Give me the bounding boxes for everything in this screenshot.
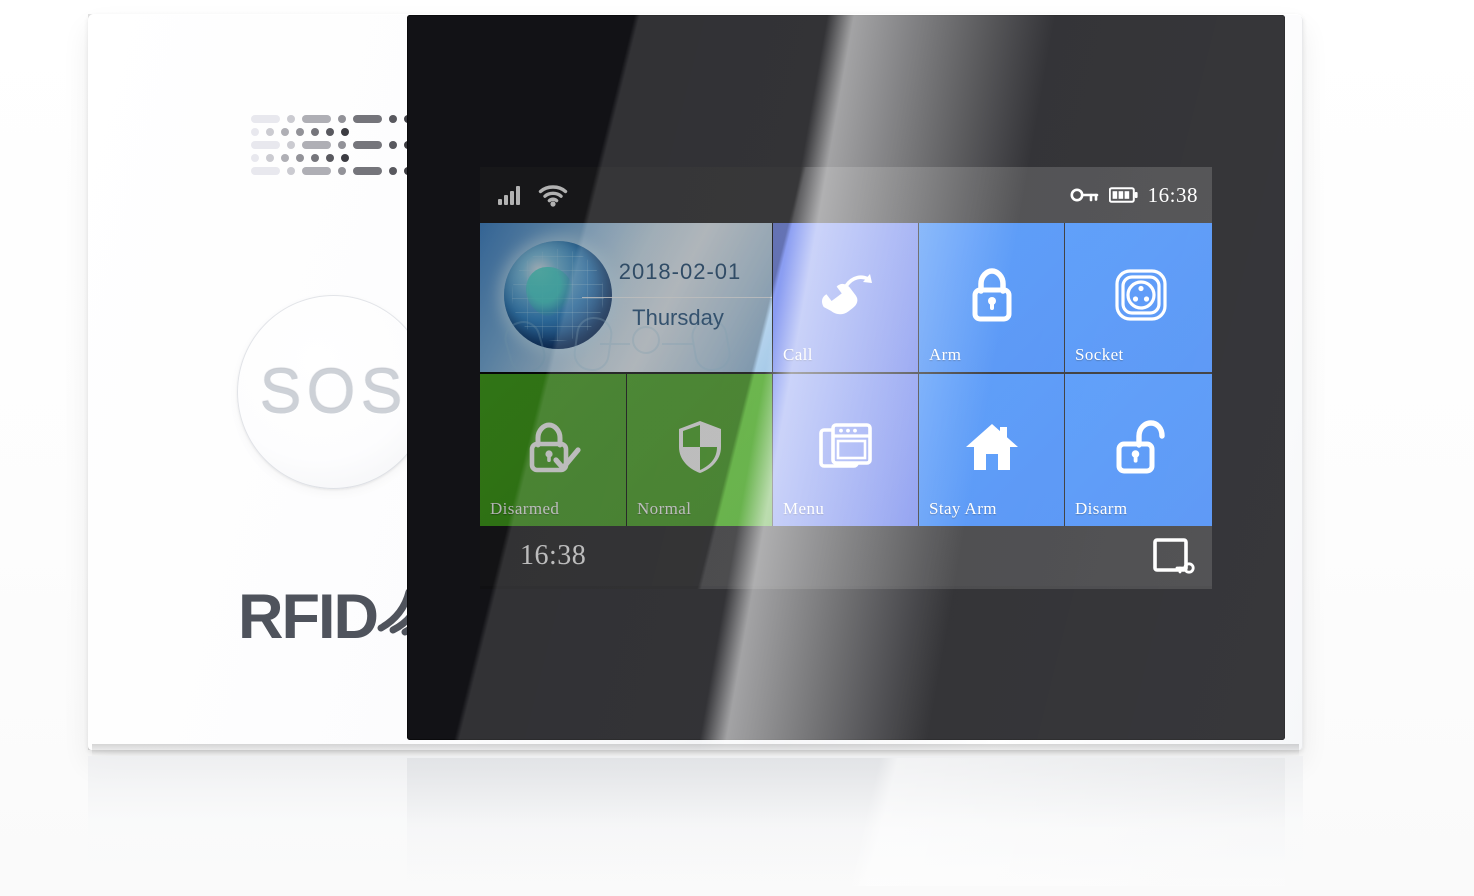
speaker-grille-dash xyxy=(266,127,274,136)
bottom-bar: 16:38 xyxy=(480,526,1212,586)
tile-stay-arm[interactable]: Stay Arm xyxy=(919,374,1064,526)
speaker-grille-dash xyxy=(266,153,274,162)
tile-call[interactable]: Call xyxy=(773,223,918,372)
status-bar: 16:38 xyxy=(480,167,1212,223)
tile-menu-label: Menu xyxy=(783,499,825,518)
wifi-icon xyxy=(538,185,568,207)
speaker-grille-dot xyxy=(251,153,259,162)
tile-arm-label: Arm xyxy=(929,345,962,364)
touch-screen[interactable]: 16:38 2018-02-01 Thursday Call Arm Socke… xyxy=(480,167,1212,589)
speaker-grille-dot xyxy=(338,140,346,149)
key-icon xyxy=(1070,188,1098,202)
speaker-grille-dash xyxy=(301,114,332,123)
tile-stay-arm-label: Stay Arm xyxy=(929,499,997,518)
lock-check-icon xyxy=(529,422,581,473)
speaker-grille-dash xyxy=(352,140,383,149)
tile-normal-label: Normal xyxy=(637,499,692,518)
speaker-grille-dash xyxy=(301,166,332,175)
speaker-grille-dot xyxy=(287,114,295,123)
datetime-widget[interactable]: 2018-02-01 Thursday xyxy=(480,223,772,372)
tile-socket[interactable]: Socket xyxy=(1065,223,1212,372)
tile-disarmed-label: Disarmed xyxy=(490,499,560,518)
signal-bars-icon xyxy=(498,186,520,205)
screen-reflection xyxy=(407,758,1285,886)
widget-divider xyxy=(582,297,772,298)
bottom-bar-time: 16:38 xyxy=(520,540,587,571)
speaker-grille-dash xyxy=(352,166,383,175)
speaker-grille-dash xyxy=(251,114,281,123)
lock-closed-icon xyxy=(972,267,1011,322)
speaker-grille-dash xyxy=(301,140,332,149)
status-bar-left xyxy=(498,183,568,207)
speaker-grille-row xyxy=(251,138,434,151)
speaker-grille-dot xyxy=(338,166,346,175)
power-socket-icon xyxy=(1114,268,1167,321)
device-floor-shadow xyxy=(92,744,1299,756)
status-bar-time: 16:38 xyxy=(1147,182,1198,207)
lock-open-icon xyxy=(1116,420,1165,474)
speaker-grille-dot xyxy=(281,153,289,162)
tile-disarmed[interactable]: Disarmed xyxy=(480,374,626,526)
speaker-grille-dash xyxy=(326,153,334,162)
speaker-grille-dot xyxy=(341,127,349,136)
tile-socket-label: Socket xyxy=(1075,345,1124,364)
home-icon xyxy=(965,423,1018,470)
shield-icon xyxy=(678,420,721,473)
speaker-grille-row xyxy=(251,112,434,125)
tile-disarm-label: Disarm xyxy=(1075,499,1128,518)
tile-arm[interactable]: Arm xyxy=(919,223,1064,372)
speaker-grille-dash xyxy=(251,166,281,175)
speaker-grille-dot xyxy=(389,140,397,149)
speaker-grille-dot xyxy=(311,153,319,162)
status-bar-right: 16:38 xyxy=(1069,183,1198,208)
speaker-grille-dot xyxy=(287,166,295,175)
speaker-grille-row xyxy=(251,164,434,177)
battery-icon xyxy=(1108,187,1138,203)
speaker-grille-dot xyxy=(389,114,397,123)
speaker-grille-dot xyxy=(251,127,259,136)
speaker-grille-row xyxy=(251,125,433,138)
tile-call-label: Call xyxy=(783,345,813,364)
call-forward-icon xyxy=(821,273,872,314)
alarm-panel-device: SOS RFID 16:38 2018-02-01 Thursday Call … xyxy=(88,14,1303,750)
tile-normal[interactable]: Normal xyxy=(627,374,772,526)
speaker-grille-dot xyxy=(341,153,349,162)
screenshot-stage: SOS RFID 16:38 2018-02-01 Thursday Call … xyxy=(0,0,1474,896)
speaker-grille-dot xyxy=(338,114,346,123)
speaker-grille-dash xyxy=(296,127,304,136)
speaker-grille xyxy=(251,112,434,190)
speaker-grille-dash xyxy=(296,153,304,162)
speaker-grille-dash xyxy=(352,114,383,123)
speaker-grille-row xyxy=(251,151,433,164)
widget-weekday: Thursday xyxy=(632,305,724,330)
home-tile-grid: 2018-02-01 Thursday Call Arm Socket Disa… xyxy=(480,223,1212,526)
windows-menu-icon xyxy=(818,423,872,468)
sos-button[interactable]: SOS xyxy=(237,295,430,489)
rfid-logo-text: RFID xyxy=(238,582,379,652)
speaker-grille-dash xyxy=(251,140,281,149)
speaker-grille-dot xyxy=(281,127,289,136)
speaker-grille-dot xyxy=(287,140,295,149)
tile-disarm[interactable]: Disarm xyxy=(1065,374,1212,526)
speaker-grille-dot xyxy=(389,166,397,175)
sos-button-label: SOS xyxy=(259,357,408,427)
display-bezel: 16:38 2018-02-01 Thursday Call Arm Socke… xyxy=(407,15,1285,740)
widget-date: 2018-02-01 xyxy=(618,259,742,284)
speaker-grille-dot xyxy=(311,127,319,136)
tile-menu[interactable]: Menu xyxy=(773,374,918,526)
speaker-grille-dash xyxy=(326,127,334,136)
screen-key-icon[interactable] xyxy=(1152,537,1196,575)
